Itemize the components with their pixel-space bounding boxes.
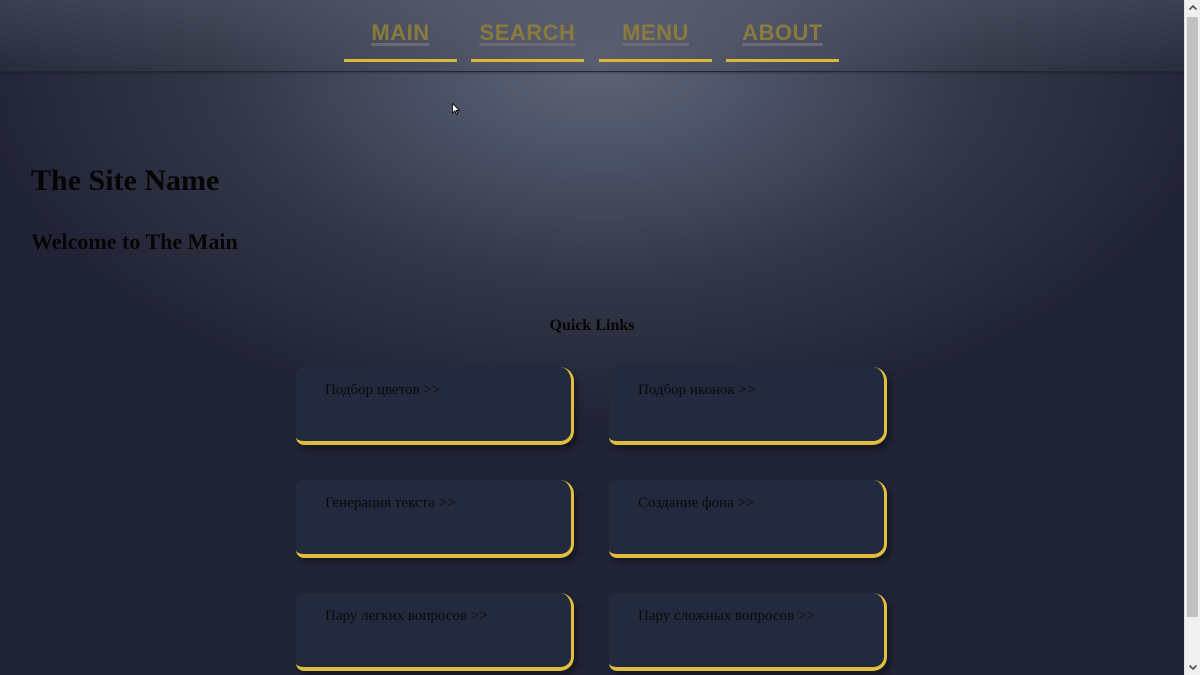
nav-item-menu[interactable]: MENU [599,18,712,62]
nav-item-about[interactable]: ABOUT [726,18,839,62]
chevron-up-icon[interactable] [1188,3,1198,13]
quick-link-card[interactable]: Генерация текста >> [296,480,574,558]
quick-link-card[interactable]: Подбор цветов >> [296,367,574,445]
nav-item-main[interactable]: MAIN [344,18,457,62]
chevron-down-icon[interactable] [1188,662,1198,672]
nav-item-label: SEARCH [479,20,576,45]
nav-item-label: MENU [622,20,689,45]
quick-link-label: Создание фона >> [638,495,755,511]
quick-link-card[interactable]: Создание фона >> [609,480,887,558]
quick-link-label: Подбор иконок >> [638,382,756,398]
mouse-pointer-icon [452,103,460,115]
quick-link-card[interactable]: Подбор иконок >> [609,367,887,445]
nav-item-label: MAIN [371,20,430,45]
nav-item-search[interactable]: SEARCH [471,18,584,62]
quick-link-card[interactable]: Пару сложных вопросов >> [609,593,887,671]
quick-link-label: Пару легких вопросов >> [325,608,488,624]
nav-item-label: ABOUT [742,20,823,45]
quick-link-label: Подбор цветов >> [325,382,441,398]
quick-link-card[interactable]: Пару легких вопросов >> [296,593,574,671]
quick-links-title: Quick Links [549,317,635,334]
site-name-heading: The Site Name [31,164,220,197]
quick-link-label: Генерация текста >> [325,495,456,511]
top-nav: MAIN SEARCH MENU ABOUT [0,0,1184,72]
welcome-heading: Welcome to The Main [31,229,238,254]
page: MAIN SEARCH MENU ABOUT The Site Name Wel… [0,0,1184,675]
scrollbar-thumb[interactable] [1187,17,1198,617]
quick-link-label: Пару сложных вопросов >> [638,608,815,624]
vertical-scrollbar[interactable] [1184,0,1200,675]
